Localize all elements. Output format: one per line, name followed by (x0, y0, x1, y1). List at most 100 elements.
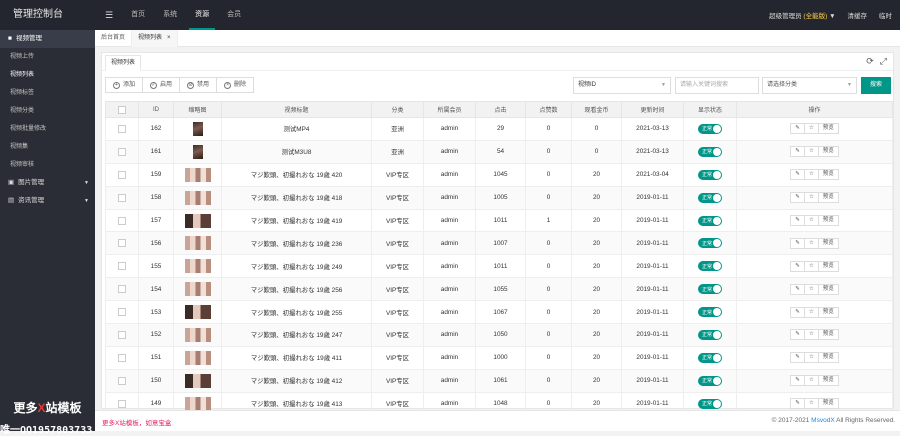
preview-button[interactable]: 预览 (818, 306, 839, 318)
fullscreen-icon[interactable]: ⤢ (880, 56, 887, 67)
status-toggle[interactable]: 正常 (698, 169, 722, 180)
favorite-button[interactable]: ☆ (804, 352, 819, 364)
sidebar-group-video[interactable]: ■ 视频管理 (0, 30, 95, 48)
add-button[interactable]: + 添加 (105, 77, 144, 93)
search-field-select[interactable]: 视频ID ▼ (573, 77, 671, 94)
search-input[interactable]: 请输入关键词搜索 (675, 77, 759, 94)
row-checkbox[interactable] (118, 124, 126, 133)
status-toggle[interactable]: 正常 (698, 352, 722, 363)
edit-button[interactable]: ✎ (790, 260, 805, 272)
row-checkbox[interactable] (118, 170, 126, 179)
row-checkbox[interactable] (118, 399, 126, 408)
column-header[interactable]: 更新时间 (621, 101, 684, 118)
favorite-button[interactable]: ☆ (804, 215, 819, 226)
preview-button[interactable]: 预览 (818, 283, 839, 295)
status-toggle[interactable]: 正常 (698, 261, 722, 272)
refresh-icon[interactable]: ⟳ (866, 56, 874, 67)
status-toggle[interactable]: 正常 (698, 307, 722, 318)
sidebar-item-video-tags[interactable]: 视频标签 (0, 84, 95, 102)
video-thumbnail[interactable] (184, 259, 211, 274)
nav-resources[interactable]: 资源 (186, 0, 218, 30)
edit-button[interactable]: ✎ (790, 123, 805, 135)
row-checkbox[interactable] (118, 285, 126, 294)
sidebar-item-video-sets[interactable]: 视频集 (0, 138, 95, 156)
column-header[interactable]: 观看金币 (571, 101, 622, 118)
edit-button[interactable]: ✎ (790, 398, 805, 410)
edit-button[interactable]: ✎ (790, 352, 805, 364)
status-toggle[interactable]: 正常 (698, 375, 722, 386)
status-toggle[interactable]: 正常 (698, 146, 722, 157)
status-toggle[interactable]: 正常 (698, 238, 722, 249)
sidebar-item-video-batch-edit[interactable]: 视频批量修改 (0, 120, 95, 138)
preview-button[interactable]: 预览 (818, 398, 839, 410)
favorite-button[interactable]: ☆ (804, 123, 819, 135)
preview-button[interactable]: 预览 (818, 237, 839, 249)
sidebar-group-news[interactable]: ▤ 资讯管理 ▼ (0, 192, 95, 210)
sidebar-group-images[interactable]: ▣ 图片管理 ▼ (0, 174, 95, 192)
logout-link[interactable]: 临时 (879, 10, 892, 20)
status-toggle[interactable]: 正常 (698, 398, 722, 409)
favorite-button[interactable]: ☆ (804, 192, 819, 204)
favorite-button[interactable]: ☆ (804, 398, 819, 410)
favorite-button[interactable]: ☆ (804, 375, 819, 387)
edit-button[interactable]: ✎ (790, 237, 805, 249)
preview-button[interactable]: 预览 (818, 260, 839, 272)
panel-tab-video-list[interactable]: 视频列表 (105, 55, 142, 71)
favorite-button[interactable]: ☆ (804, 237, 819, 249)
nav-members[interactable]: 会员 (218, 0, 250, 30)
nav-home[interactable]: 首页 (122, 0, 154, 30)
status-toggle[interactable]: 正常 (698, 329, 722, 340)
video-thumbnail[interactable] (192, 121, 203, 136)
status-toggle[interactable]: 正常 (698, 123, 722, 134)
video-thumbnail[interactable] (184, 396, 211, 411)
video-thumbnail[interactable] (184, 236, 211, 251)
tab-video-list[interactable]: 视频列表 × (132, 30, 178, 47)
column-header[interactable]: 点击 (475, 101, 526, 118)
brand-link[interactable]: MsvodX (811, 417, 834, 424)
video-thumbnail[interactable] (184, 190, 211, 205)
video-thumbnail[interactable] (184, 282, 211, 297)
column-header[interactable]: ID (138, 101, 174, 118)
row-checkbox[interactable] (118, 262, 126, 271)
favorite-button[interactable]: ☆ (804, 283, 819, 295)
row-checkbox[interactable] (118, 147, 126, 156)
edit-button[interactable]: ✎ (790, 146, 805, 158)
favorite-button[interactable]: ☆ (804, 169, 819, 181)
select-all-checkbox[interactable] (118, 105, 126, 114)
sidebar-item-video-list[interactable]: 视频列表 (0, 66, 95, 84)
edit-button[interactable]: ✎ (790, 283, 805, 295)
favorite-button[interactable]: ☆ (804, 306, 819, 318)
row-checkbox[interactable] (118, 353, 126, 362)
video-thumbnail[interactable] (184, 350, 211, 365)
status-toggle[interactable]: 正常 (698, 284, 722, 295)
row-checkbox[interactable] (118, 376, 126, 385)
row-checkbox[interactable] (118, 239, 126, 248)
video-thumbnail[interactable] (184, 167, 211, 182)
preview-button[interactable]: 预览 (818, 192, 839, 204)
tab-dashboard[interactable]: 后台首页 (95, 30, 133, 47)
row-checkbox[interactable] (118, 216, 126, 225)
select-all-header[interactable] (105, 101, 139, 118)
preview-button[interactable]: 预览 (818, 215, 839, 226)
favorite-button[interactable]: ☆ (804, 260, 819, 272)
video-thumbnail[interactable] (184, 305, 211, 320)
disable-button[interactable]: ⊘ 禁用 (180, 77, 218, 93)
edit-button[interactable]: ✎ (790, 169, 805, 181)
preview-button[interactable]: 预览 (818, 123, 839, 135)
edit-button[interactable]: ✎ (790, 306, 805, 318)
preview-button[interactable]: 预览 (818, 375, 839, 387)
sidebar-item-video-categories[interactable]: 视频分类 (0, 102, 95, 120)
video-thumbnail[interactable] (192, 144, 203, 159)
video-thumbnail[interactable] (184, 373, 211, 388)
enable-button[interactable]: ✓ 启用 (143, 77, 181, 93)
sidebar-item-video-upload[interactable]: 视频上传 (0, 48, 95, 66)
clear-cache-link[interactable]: 清缓存 (848, 10, 868, 20)
preview-button[interactable]: 预览 (818, 169, 839, 181)
preview-button[interactable]: 预览 (818, 329, 839, 341)
edit-button[interactable]: ✎ (790, 375, 805, 387)
delete-button[interactable]: × 删除 (217, 77, 255, 93)
menu-toggle-icon[interactable]: ☰ (96, 0, 122, 30)
edit-button[interactable]: ✎ (790, 192, 805, 204)
user-menu[interactable]: 超级管理员 (全能版) ▼ (769, 10, 835, 20)
column-header[interactable]: 点赞数 (525, 101, 572, 118)
